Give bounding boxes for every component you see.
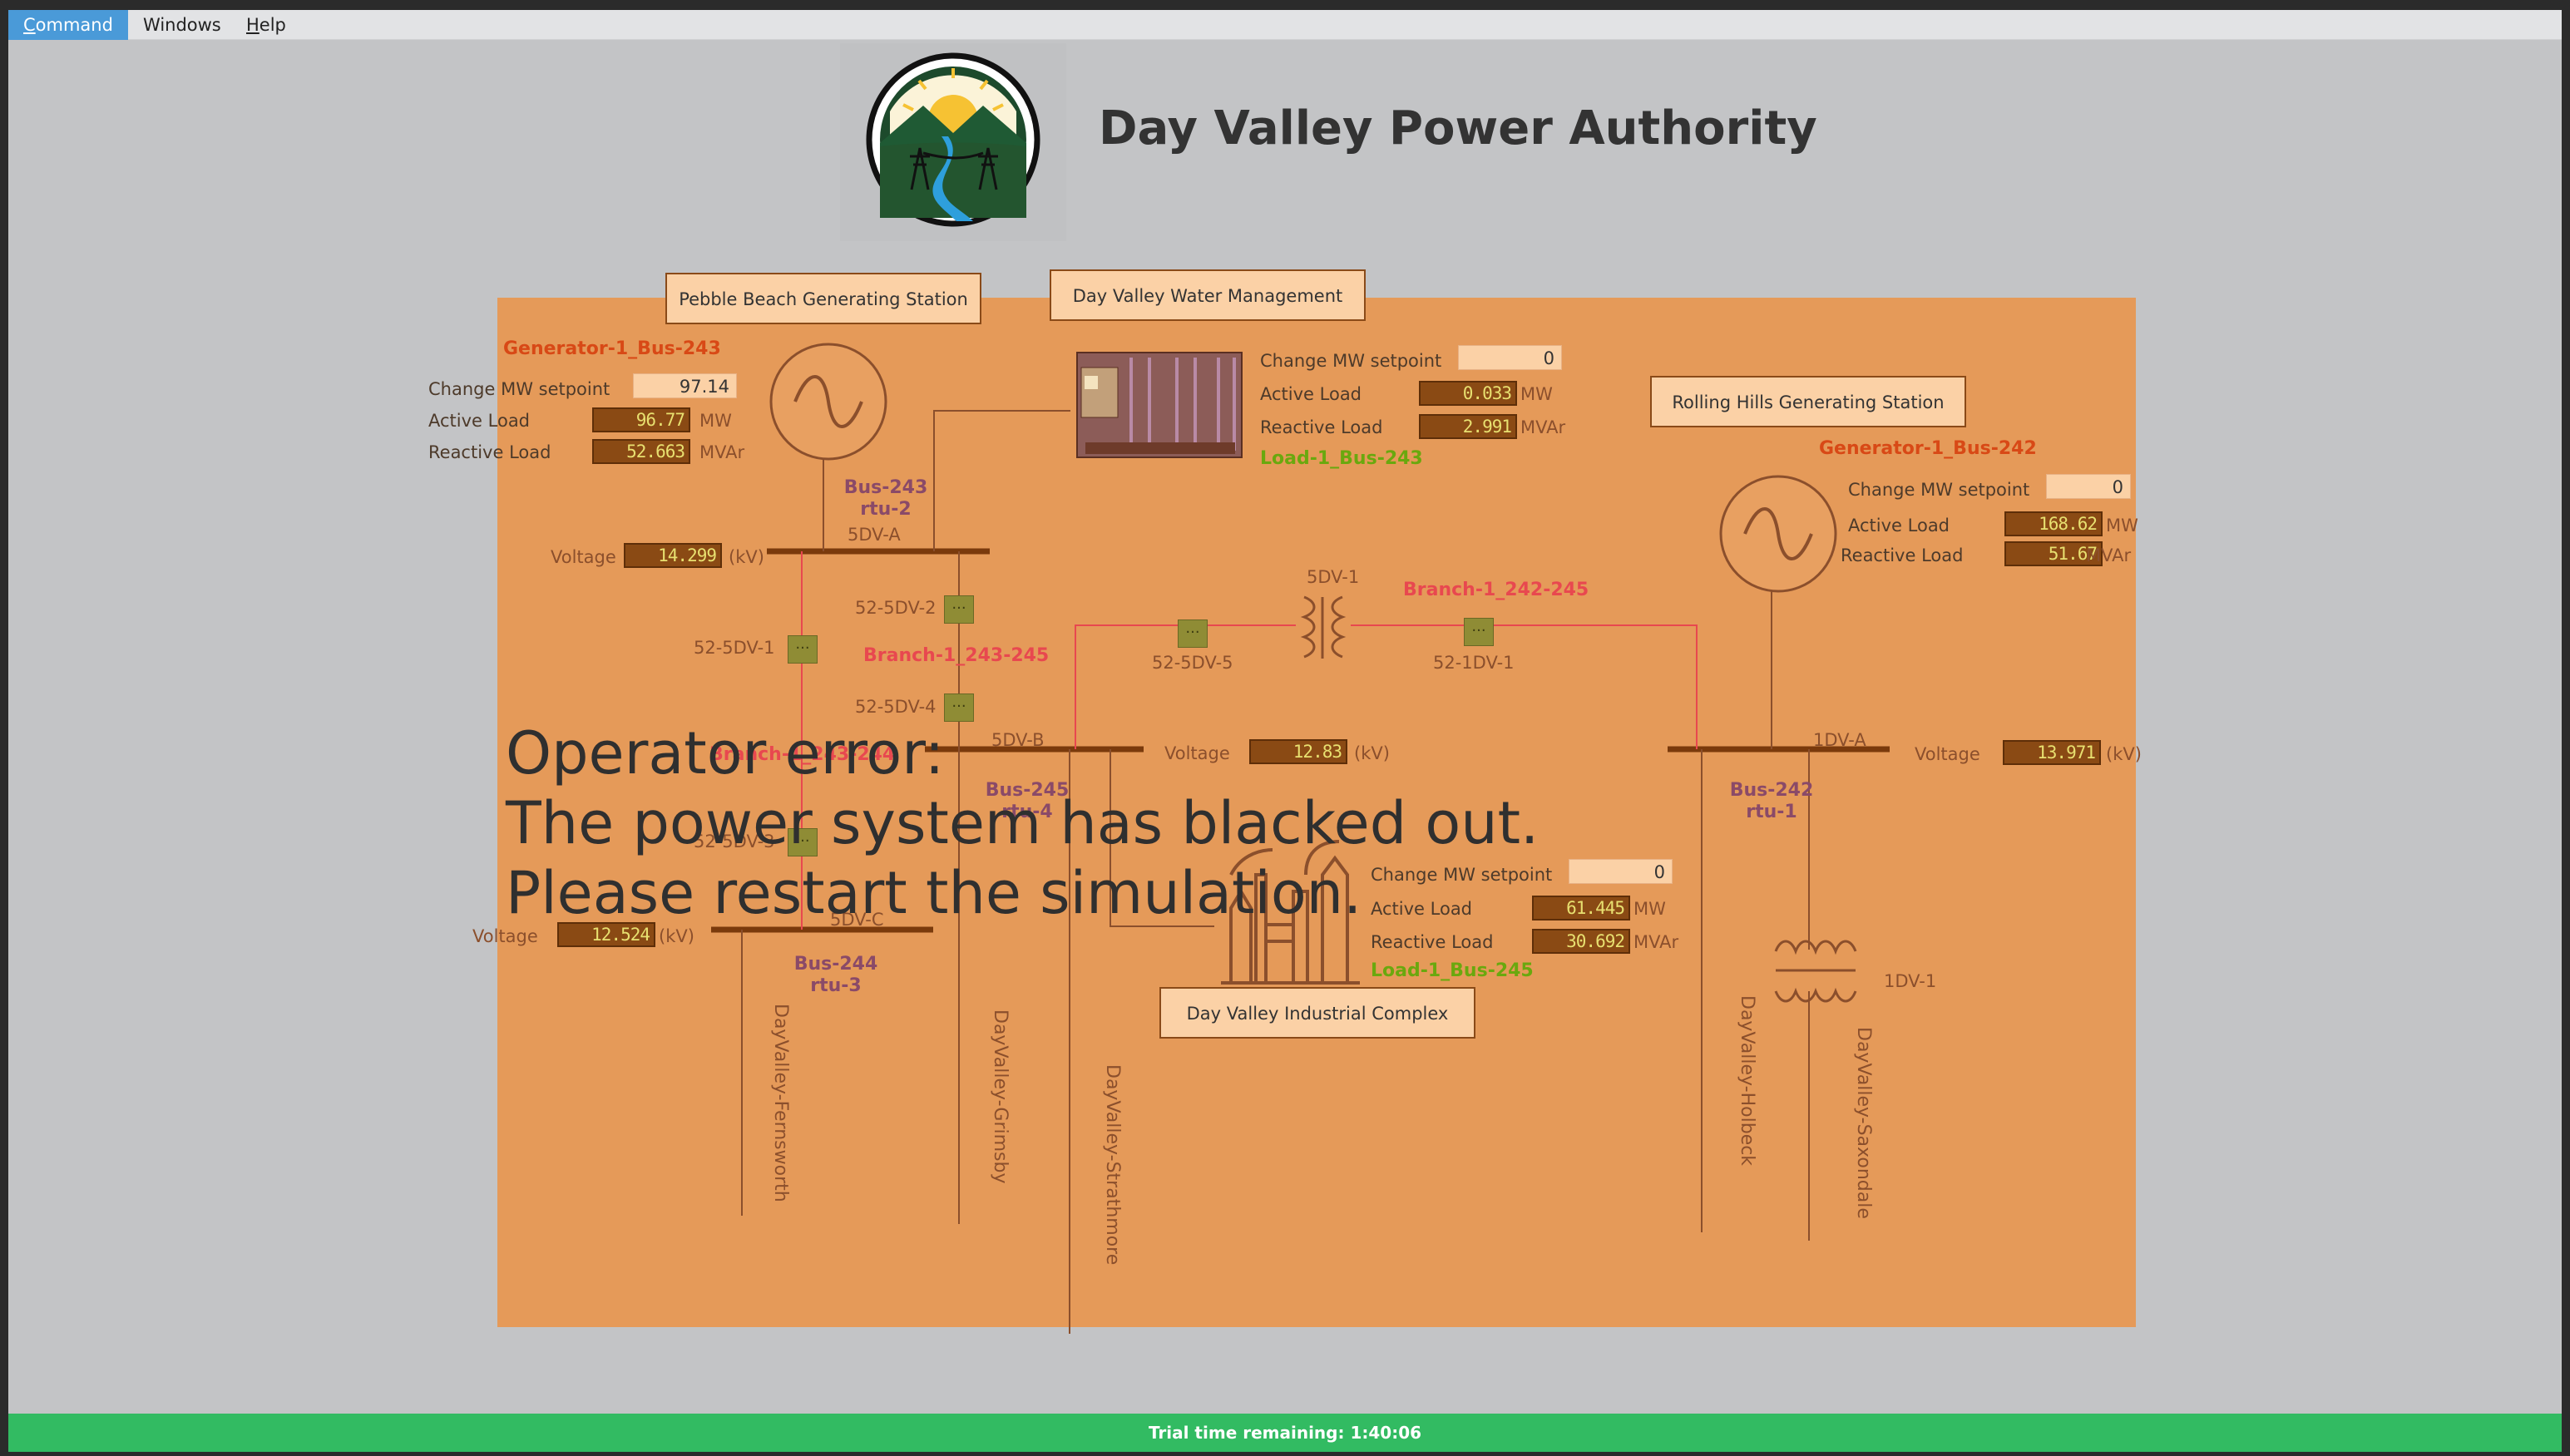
bus244-kv-unit: (kV)	[659, 926, 694, 946]
bus-242-label: Bus-242 rtu-1	[1729, 780, 1814, 822]
bus243-kv-unit: (kV)	[729, 547, 764, 567]
load243-setpoint-input[interactable]: 0	[1458, 345, 1562, 370]
authority-logo	[840, 43, 1066, 241]
bus-244-label: Bus-244 rtu-3	[793, 954, 878, 996]
bus-243-id: 5DV-A	[848, 525, 901, 545]
branch-242-245-label: Branch-1_242-245	[1403, 580, 1589, 600]
transformer-1dv1-label: 1DV-1	[1884, 971, 1937, 991]
station-water-management[interactable]: Day Valley Water Management	[1050, 269, 1366, 321]
line-fernsworth: DayValley-Fernsworth	[770, 1004, 791, 1202]
load243-mvar-unit: MVAr	[1520, 417, 1566, 437]
transformer-5dv1-label: 5DV-1	[1307, 567, 1360, 587]
menu-help[interactable]: Help	[231, 10, 301, 40]
line-grimsby: DayValley-Grimsby	[990, 1009, 1011, 1184]
page-title: Day Valley Power Authority	[1099, 101, 1817, 155]
menu-bar: Command Windows Help	[8, 10, 2562, 40]
station-pebble-beach[interactable]: Pebble Beach Generating Station	[665, 273, 981, 324]
generator-243-name: Generator-1_Bus-243	[503, 338, 721, 359]
gen243-active-load-label: Active Load	[428, 411, 531, 431]
breaker-52-1dv-1[interactable]: ...	[1464, 618, 1494, 646]
breaker-52-5dv-1-label: 52-5DV-1	[694, 638, 775, 658]
gen242-change-mw-label: Change MW setpoint	[1848, 480, 2030, 500]
application-window: Command Windows Help Day Valley Power Au…	[8, 10, 2562, 1452]
breaker-52-5dv-4[interactable]: ...	[944, 693, 974, 722]
bus-242-id: 1DV-A	[1813, 730, 1866, 750]
gen243-reactive-load-label: Reactive Load	[428, 442, 551, 462]
breaker-52-5dv-5[interactable]: ...	[1178, 619, 1208, 648]
gen242-active-load-label: Active Load	[1848, 516, 1950, 536]
bus242-voltage-label: Voltage	[1915, 744, 1980, 764]
bus242-voltage-display: 13.971	[2003, 740, 2101, 765]
bus244-voltage-label: Voltage	[472, 926, 538, 946]
gen243-setpoint-input[interactable]: 97.14	[633, 373, 737, 398]
gen242-mw-unit: MW	[2106, 516, 2138, 536]
load243-active-load-display: 0.033	[1419, 381, 1517, 406]
line-holbeck: DayValley-Holbeck	[1737, 995, 1757, 1167]
line-saxondale: DayValley-Saxondale	[1853, 1027, 1874, 1219]
gen243-mvar-unit: MVAr	[699, 442, 745, 462]
station-industrial-complex[interactable]: Day Valley Industrial Complex	[1159, 987, 1475, 1039]
generator-242-name: Generator-1_Bus-242	[1819, 438, 2037, 459]
menu-command[interactable]: Command	[8, 10, 128, 40]
gen243-active-load-display: 96.77	[592, 407, 690, 432]
bus243-voltage-display: 14.299	[624, 543, 722, 568]
load245-setpoint-input[interactable]: 0	[1569, 859, 1673, 884]
menu-windows[interactable]: Windows	[128, 10, 236, 40]
load245-mw-unit: MW	[1633, 899, 1666, 919]
bus243-voltage-label: Voltage	[551, 547, 616, 567]
gen243-change-mw-label: Change MW setpoint	[428, 379, 610, 399]
load245-reactive-load-label: Reactive Load	[1371, 932, 1494, 952]
load-245-name: Load-1_Bus-245	[1371, 960, 1534, 981]
load245-reactive-load-display: 30.692	[1532, 929, 1630, 954]
branch-243-245-label: Branch-1_243-245	[863, 645, 1050, 666]
logo-emblem-icon	[866, 52, 1040, 227]
gen242-reactive-load-label: Reactive Load	[1841, 545, 1964, 565]
breaker-52-1dv-1-label: 52-1DV-1	[1433, 653, 1515, 673]
trial-status-bar: Trial time remaining: 1:40:06	[8, 1414, 2562, 1452]
gen242-active-load-display: 168.62	[2004, 511, 2103, 536]
breaker-52-5dv-4-label: 52-5DV-4	[855, 697, 937, 717]
breaker-52-5dv-1[interactable]: ...	[788, 635, 818, 664]
load245-active-load-display: 61.445	[1532, 896, 1630, 920]
gen242-mvar-unit: MVAr	[2086, 545, 2132, 565]
line-strathmore: DayValley-Strathmore	[1102, 1064, 1123, 1266]
load243-reactive-load-display: 2.991	[1419, 414, 1517, 439]
load243-active-load-label: Active Load	[1260, 384, 1362, 404]
load243-reactive-load-label: Reactive Load	[1260, 417, 1383, 437]
station-rolling-hills[interactable]: Rolling Hills Generating Station	[1650, 376, 1966, 427]
load243-change-mw-label: Change MW setpoint	[1260, 351, 1442, 371]
breaker-52-5dv-2-label: 52-5DV-2	[855, 598, 937, 618]
gen243-reactive-load-display: 52.663	[592, 439, 690, 464]
blackout-error-message: Operator error: The power system has bla…	[506, 719, 1540, 927]
bus-243-label: Bus-243 rtu-2	[843, 477, 928, 520]
breaker-52-5dv-2[interactable]: ...	[944, 595, 974, 624]
bus242-kv-unit: (kV)	[2106, 744, 2142, 764]
gen243-mw-unit: MW	[699, 411, 732, 431]
load-243-name: Load-1_Bus-243	[1260, 448, 1423, 469]
breaker-52-5dv-5-label: 52-5DV-5	[1152, 653, 1233, 673]
gen242-setpoint-input[interactable]: 0	[2046, 474, 2131, 499]
load243-mw-unit: MW	[1520, 384, 1553, 404]
load245-mvar-unit: MVAr	[1633, 932, 1679, 952]
